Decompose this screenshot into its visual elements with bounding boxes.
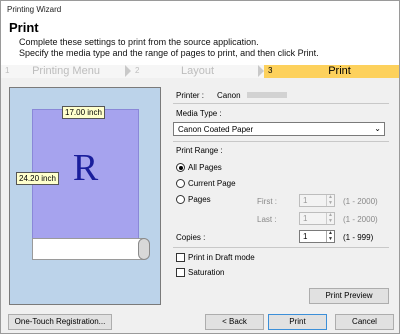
roll-end <box>138 238 150 260</box>
all-pages-label[interactable]: All Pages <box>188 163 222 172</box>
spin-arrows-icon[interactable]: ▲ ▼ <box>326 194 334 206</box>
saturation-label[interactable]: Saturation <box>188 268 224 277</box>
print-preview-pane: R 17.00 inch 24.20 inch <box>9 87 161 305</box>
last-page-value: 1 <box>303 214 308 223</box>
wizard-header: Print Complete these settings to print f… <box>1 17 399 67</box>
printer-name-redaction <box>247 92 287 98</box>
current-page-radio[interactable] <box>176 179 185 188</box>
page-title: Print <box>9 20 39 35</box>
step-print: 3 Print <box>264 65 399 78</box>
last-page-stepper[interactable]: 1 ▲ ▼ <box>299 212 335 225</box>
copies-stepper[interactable]: 1 ▲ ▼ <box>299 230 335 243</box>
last-page-label: Last : <box>257 215 277 224</box>
divider <box>173 247 389 248</box>
media-type-label: Media Type : <box>176 109 222 118</box>
saturation-checkbox[interactable] <box>176 268 185 277</box>
print-range-label: Print Range : <box>176 146 223 155</box>
window-title: Printing Wizard <box>1 1 399 17</box>
paper-height-label: 24.20 inch <box>16 172 59 185</box>
all-pages-radio[interactable] <box>176 163 185 172</box>
back-button[interactable]: < Back <box>205 314 264 330</box>
step-layout[interactable]: 2 Layout <box>131 65 264 78</box>
divider <box>173 103 389 104</box>
paper-width-label: 17.00 inch <box>62 106 105 119</box>
pages-label[interactable]: Pages <box>188 195 211 204</box>
media-type-value: Canon Coated Paper <box>178 125 254 134</box>
divider <box>173 141 389 142</box>
description-line-2: Specify the media type and the range of … <box>19 48 319 58</box>
first-page-value: 1 <box>303 196 308 205</box>
spin-arrows-icon[interactable]: ▲ ▼ <box>326 230 334 242</box>
draft-mode-checkbox[interactable] <box>176 253 185 262</box>
print-preview-button[interactable]: Print Preview <box>309 288 389 304</box>
copies-label: Copies : <box>176 233 206 242</box>
current-page-label[interactable]: Current Page <box>188 179 236 188</box>
printer-name: Canon <box>217 91 241 100</box>
print-button[interactable]: Print <box>268 314 327 330</box>
one-touch-registration-button[interactable]: One-Touch Registration... <box>8 314 112 330</box>
printing-wizard-window: Printing Wizard Print Complete these set… <box>0 0 400 334</box>
first-page-range: (1 - 2000) <box>343 197 378 206</box>
paper-roll <box>32 238 150 260</box>
draft-mode-label[interactable]: Print in Draft mode <box>188 253 255 262</box>
page-description: Complete these settings to print from th… <box>19 37 319 59</box>
copies-range: (1 - 999) <box>343 233 374 242</box>
last-page-range: (1 - 2000) <box>343 215 378 224</box>
step-label: Print <box>328 65 351 77</box>
first-page-label: First : <box>257 197 277 206</box>
step-label: Layout <box>180 65 215 77</box>
printer-label: Printer : <box>176 91 205 100</box>
spin-arrows-icon[interactable]: ▲ ▼ <box>326 212 334 224</box>
cancel-button[interactable]: Cancel <box>335 314 394 330</box>
step-printing-menu[interactable]: 1 Printing Menu <box>1 65 131 78</box>
copies-value: 1 <box>303 232 308 241</box>
first-page-stepper[interactable]: 1 ▲ ▼ <box>299 194 335 207</box>
media-type-select[interactable]: Canon Coated Paper ⌄ <box>173 122 385 136</box>
pages-radio[interactable] <box>176 195 185 204</box>
wizard-steps: 1 Printing Menu 2 Layout 3 Print <box>1 65 399 79</box>
description-line-1: Complete these settings to print from th… <box>19 37 259 47</box>
chevron-down-icon: ⌄ <box>374 124 381 133</box>
step-label: Printing Menu <box>32 65 100 77</box>
